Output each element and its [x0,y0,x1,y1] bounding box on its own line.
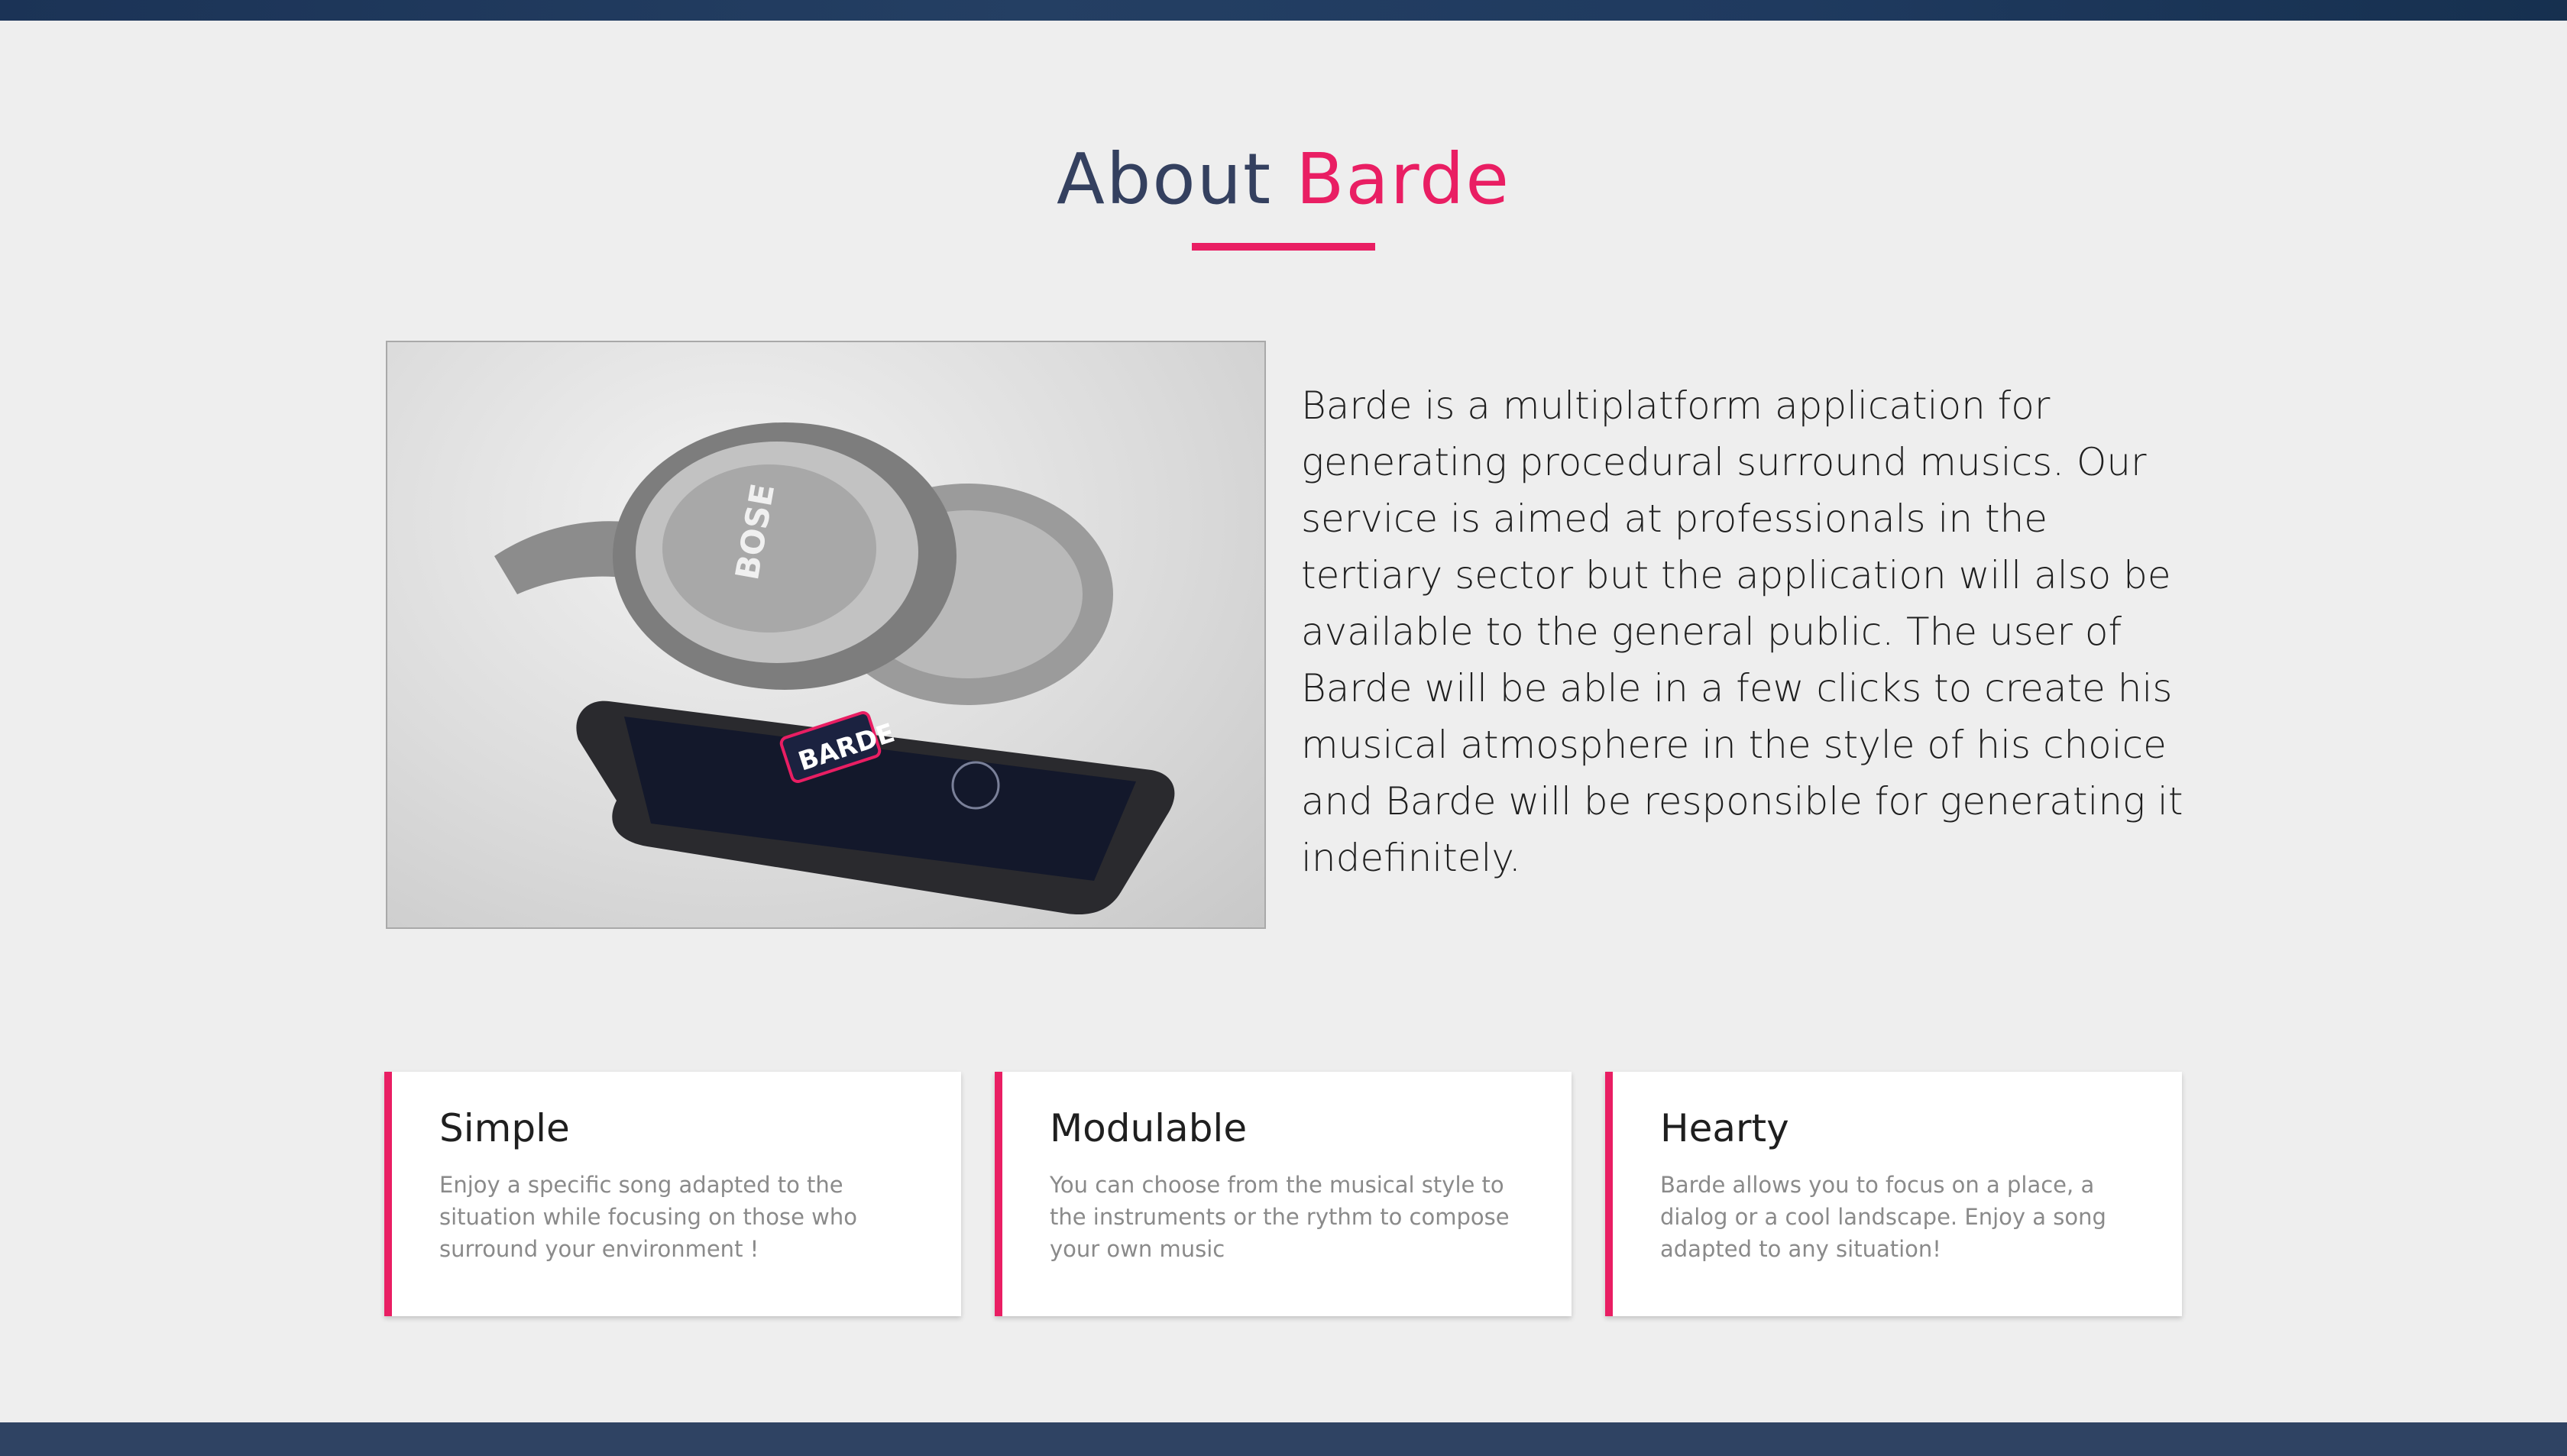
feature-card-title: Modulable [1050,1106,1248,1150]
feature-card-text: Barde allows you to focus on a place, a … [1660,1172,2106,1262]
section-title-about: About [1057,138,1273,220]
feature-card-title: Simple [439,1106,570,1150]
bottom-bar [0,1422,2567,1456]
feature-card-simple: Simple Enjoy a specific song adapted to … [384,1072,961,1316]
feature-card-hearty: Hearty Barde allows you to focus on a pl… [1605,1072,2182,1316]
feature-card-text: Enjoy a specific song adapted to the sit… [439,1172,858,1262]
headphones-phone-photo-icon: BOSE BARDE [494,422,1175,915]
title-underline [1192,243,1375,251]
feature-card-modulable: Modulable You can choose from the musica… [995,1072,1572,1316]
about-image: BOSE BARDE [386,341,1266,929]
feature-card-text: You can choose from the musical style to… [1050,1172,1510,1262]
section-title-brand: Barde [1296,138,1510,220]
about-description: Barde is a multiplatform application for… [1301,383,2183,880]
section-title: About Barde [0,138,2567,222]
feature-card-title: Hearty [1660,1106,1789,1150]
top-nav-bar [0,0,2567,21]
